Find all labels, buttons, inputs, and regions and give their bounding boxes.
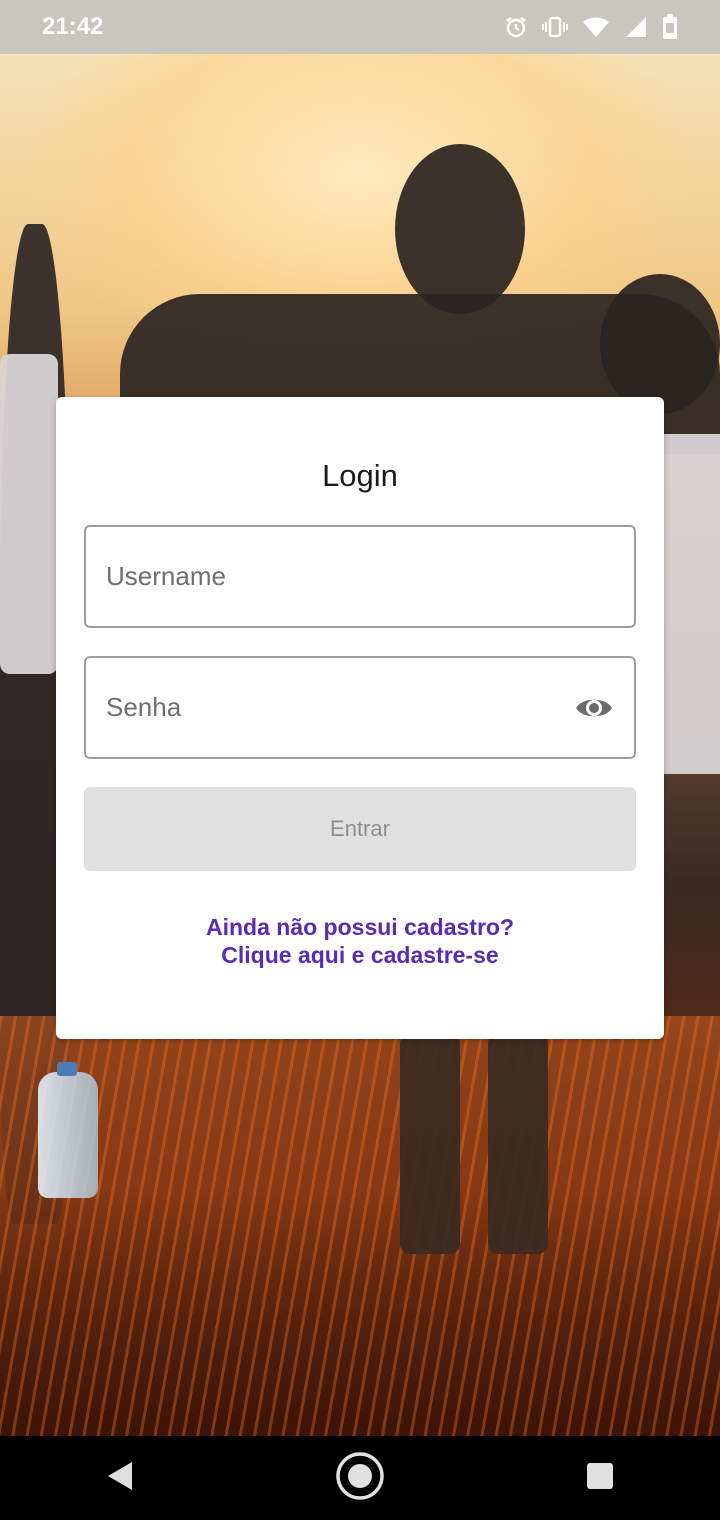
status-time: 21:42 (42, 13, 104, 40)
recents-icon (586, 1462, 614, 1495)
signal-icon (624, 15, 648, 39)
recents-button[interactable] (550, 1436, 650, 1520)
username-input[interactable] (106, 561, 614, 592)
eye-icon[interactable] (574, 692, 614, 724)
status-bar: 21:42 (0, 0, 720, 54)
battery-icon (662, 14, 678, 40)
back-button[interactable] (70, 1436, 170, 1520)
status-icons (504, 14, 678, 40)
ground (0, 1016, 720, 1436)
leg (488, 1034, 548, 1254)
home-icon (335, 1451, 385, 1506)
person-head (395, 144, 525, 314)
leg (400, 1034, 460, 1254)
wifi-icon (582, 15, 610, 39)
vibrate-icon (542, 15, 568, 39)
person-shirt (0, 354, 58, 674)
signup-link-line1[interactable]: Ainda não possui cadastro? (56, 914, 664, 941)
login-button[interactable]: Entrar (84, 787, 636, 871)
alarm-icon (504, 15, 528, 39)
password-field[interactable] (84, 656, 636, 759)
home-button[interactable] (310, 1436, 410, 1520)
username-field[interactable] (84, 525, 636, 628)
signup-link-line2[interactable]: Clique aqui e cadastre-se (56, 942, 664, 969)
login-title: Login (322, 458, 398, 493)
person-head-right (600, 274, 720, 414)
password-input[interactable] (106, 692, 614, 723)
water-bottle (38, 1062, 98, 1198)
navigation-bar (0, 1436, 720, 1520)
back-icon (106, 1460, 134, 1497)
